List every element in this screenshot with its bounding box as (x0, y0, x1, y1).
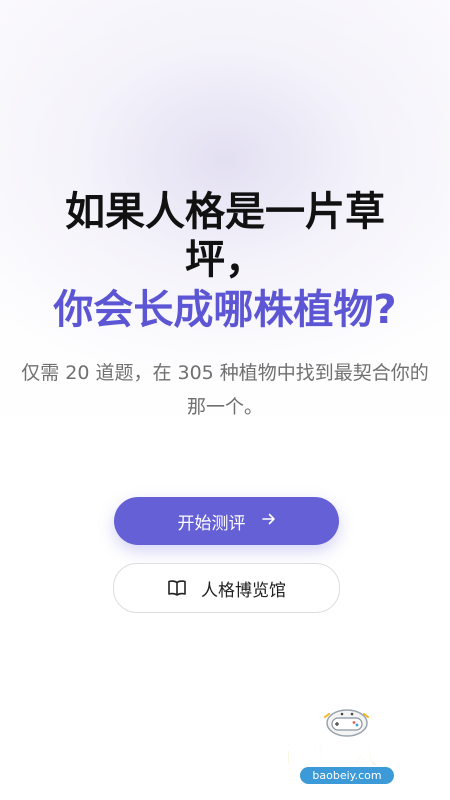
personality-museum-button[interactable]: 人格博览馆 (113, 563, 340, 613)
start-test-button[interactable]: 开始测评 (114, 497, 339, 545)
hero-subtitle: 仅需 20 道题，在 305 种植物中找到最契合你的那一个。 (21, 362, 429, 418)
hero-title: 如果人格是一片草坪， (65, 189, 385, 283)
watermark-brand: 宝贝游戏网 (275, 740, 407, 770)
book-icon (167, 579, 187, 597)
personality-museum-label: 人格博览馆 (201, 580, 286, 601)
hero-section: 如果人格是一片草坪， 你会长成哪株植物? 仅需 20 道题，在 305 种植物中… (0, 188, 450, 424)
site-watermark: 宝贝游戏网 baobeiy.com (270, 705, 420, 795)
start-test-label: 开始测评 (177, 513, 246, 534)
arrow-right-icon (261, 511, 276, 531)
hero-title-accent: 你会长成哪株植物? (53, 287, 397, 333)
watermark-url: baobeiy.com (300, 767, 394, 784)
